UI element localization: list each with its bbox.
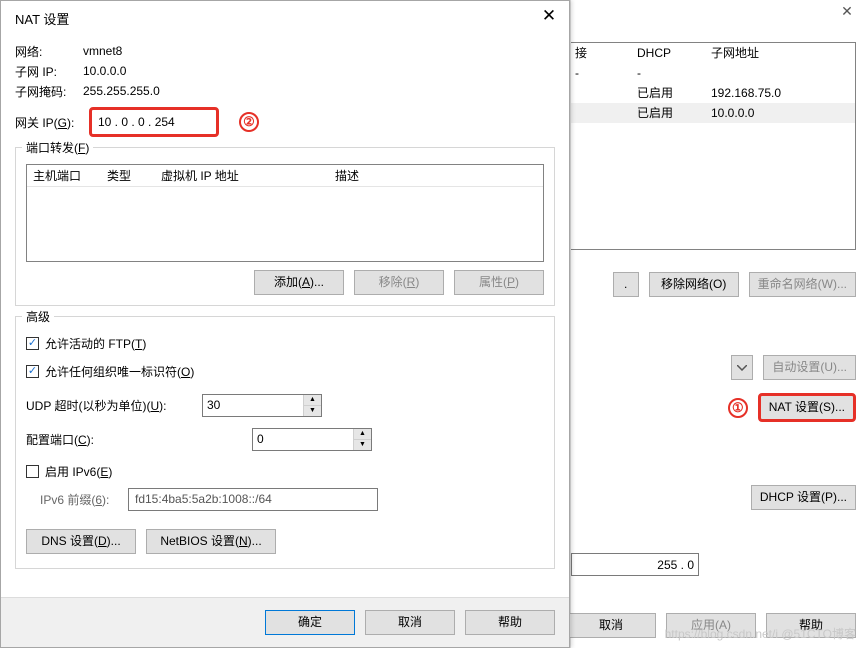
- port-forward-legend: 端口转发(F): [22, 139, 93, 156]
- annotation-2: ②: [239, 112, 259, 132]
- chevron-down-icon: ▼: [304, 406, 321, 416]
- ftp-label: 允许活动的 FTP(T): [45, 335, 146, 352]
- udp-timeout-label: UDP 超时(以秒为单位)(U):: [26, 397, 196, 414]
- cancel-button[interactable]: 取消: [566, 613, 656, 638]
- col-type: 类型: [107, 165, 147, 186]
- advanced-group: 高级 ✓ 允许活动的 FTP(T) ✓ 允许任何组织唯一标识符(O) UDP 超…: [15, 316, 555, 569]
- subnet-mask-value: 255.255.255.0: [83, 84, 160, 98]
- close-icon[interactable]: ✕: [828, 0, 866, 25]
- nat-settings-button[interactable]: NAT 设置(S)...: [758, 393, 856, 422]
- rename-network-button[interactable]: 重命名网络(W)...: [749, 272, 856, 297]
- netbios-settings-button[interactable]: NetBIOS 设置(N)...: [146, 529, 276, 554]
- cancel-button[interactable]: 取消: [365, 610, 455, 635]
- subnet-ip-value: 10.0.0.0: [83, 64, 126, 78]
- oui-checkbox[interactable]: ✓: [26, 365, 39, 378]
- annotation-1: ①: [728, 398, 748, 418]
- ipv6-prefix-input[interactable]: fd15:4ba5:5a2b:1008::/64: [128, 488, 378, 511]
- gateway-label: 网关 IP(G):: [15, 114, 83, 131]
- port-forward-group: 端口转发(F) 主机端口 类型 虚拟机 IP 地址 描述 添加(A)... 移除…: [15, 147, 555, 306]
- oui-label: 允许任何组织唯一标识符(O): [45, 363, 194, 380]
- col-subaddr: 子网地址: [711, 43, 855, 63]
- subnet-ip-tail[interactable]: 255 . 0: [571, 553, 699, 576]
- dot-button[interactable]: .: [613, 272, 639, 297]
- col-desc: 描述: [335, 165, 359, 186]
- subnet-ip-label: 子网 IP:: [15, 63, 83, 80]
- ipv6-label: 启用 IPv6(E): [45, 463, 112, 480]
- remove-button[interactable]: 移除(R): [354, 270, 444, 295]
- nat-settings-dialog: NAT 设置 ✕ 网络: vmnet8 子网 IP: 10.0.0.0 子网掩码…: [0, 0, 570, 648]
- chevron-down-icon: ▼: [354, 440, 371, 450]
- col-dhcp: DHCP: [637, 43, 711, 63]
- background-vnet-editor: ✕ 接 DHCP 子网地址 - - 已启用 192.168.75.0 已启用 1…: [570, 0, 866, 648]
- close-icon[interactable]: ✕: [537, 6, 561, 30]
- ipv6-checkbox[interactable]: [26, 465, 39, 478]
- subnet-mask-label: 子网掩码:: [15, 83, 83, 100]
- help-button[interactable]: 帮助: [766, 613, 856, 638]
- advanced-legend: 高级: [22, 308, 54, 325]
- table-row[interactable]: - -: [571, 63, 855, 83]
- network-value: vmnet8: [83, 44, 122, 58]
- table-header: 接 DHCP 子网地址: [571, 43, 855, 63]
- network-table: 接 DHCP 子网地址 - - 已启用 192.168.75.0 已启用 10.…: [571, 42, 856, 250]
- ipv6-prefix-label: IPv6 前缀(6):: [40, 491, 122, 508]
- chevron-up-icon: ▲: [304, 395, 321, 406]
- remove-network-button[interactable]: 移除网络(O): [649, 272, 739, 297]
- dialog-title: NAT 设置: [15, 9, 69, 28]
- config-port-label: 配置端口(C):: [26, 431, 196, 448]
- properties-button[interactable]: 属性(P): [454, 270, 544, 295]
- gateway-ip-input[interactable]: 10 . 0 . 0 . 254: [89, 107, 219, 137]
- col-host-port: 主机端口: [33, 165, 93, 186]
- dialog-footer: 确定 取消 帮助: [1, 597, 569, 647]
- chevron-down-icon[interactable]: [731, 355, 753, 380]
- help-button[interactable]: 帮助: [465, 610, 555, 635]
- table-row[interactable]: 已启用 10.0.0.0: [571, 103, 855, 123]
- col-vm-ip: 虚拟机 IP 地址: [161, 165, 321, 186]
- apply-button[interactable]: 应用(A): [666, 613, 756, 638]
- ftp-checkbox[interactable]: ✓: [26, 337, 39, 350]
- add-button[interactable]: 添加(A)...: [254, 270, 344, 295]
- chevron-up-icon: ▲: [354, 429, 371, 440]
- config-port-spinner[interactable]: 0 ▲▼: [252, 428, 372, 451]
- ok-button[interactable]: 确定: [265, 610, 355, 635]
- table-row[interactable]: 已启用 192.168.75.0: [571, 83, 855, 103]
- port-forward-list[interactable]: 主机端口 类型 虚拟机 IP 地址 描述: [26, 164, 544, 262]
- dns-settings-button[interactable]: DNS 设置(D)...: [26, 529, 136, 554]
- udp-timeout-spinner[interactable]: 30 ▲▼: [202, 394, 322, 417]
- dhcp-settings-button[interactable]: DHCP 设置(P)...: [751, 485, 856, 510]
- col-conn: 接: [571, 43, 637, 63]
- network-label: 网络:: [15, 43, 83, 60]
- auto-settings-button[interactable]: 自动设置(U)...: [763, 355, 856, 380]
